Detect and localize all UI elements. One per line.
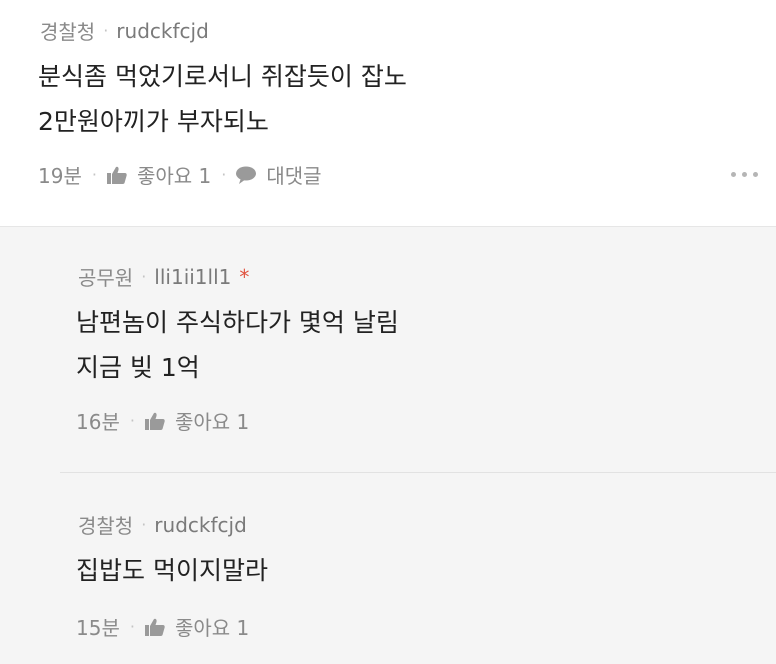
like-count: 좋아요 1 xyxy=(174,410,250,434)
reply-divider xyxy=(60,472,776,473)
thumbs-up-icon xyxy=(144,618,165,636)
separator-dot: · xyxy=(141,267,147,286)
reply-button[interactable]: 대댓글 xyxy=(236,160,322,189)
reply-time: 15분 xyxy=(76,616,120,640)
comment-line: 2만원아끼가 부자되노 xyxy=(38,107,269,136)
reply-badge: 공무원 xyxy=(78,266,134,290)
thumbs-up-icon xyxy=(106,166,127,184)
reply-actions: 16분 · 좋아요 1 xyxy=(76,406,249,435)
like-button[interactable]: 좋아요 1 xyxy=(106,160,212,189)
separator-dot: · xyxy=(103,21,109,40)
separator-dot: · xyxy=(91,165,97,184)
comment-username[interactable]: rudckfcjd xyxy=(116,19,208,43)
reply-list xyxy=(0,226,776,664)
dot xyxy=(742,172,747,177)
reply-line: 남편놈이 주식하다가 몇억 날림 xyxy=(76,308,399,337)
comment-thread: 경찰청 · rudckfcjd 분식좀 먹었기로서니 쥐잡듯이 잡노 2만원아끼… xyxy=(0,0,776,664)
reply-username[interactable]: lli1ii1ll1 xyxy=(154,265,231,289)
more-dots-icon[interactable] xyxy=(731,172,758,177)
reply-line: 지금 빚 1억 xyxy=(76,353,200,382)
separator-dot: · xyxy=(141,515,147,534)
comment-actions: 19분 · 좋아요 1 · 대댓글 xyxy=(38,160,322,189)
like-count: 좋아요 1 xyxy=(174,616,250,640)
separator-dot: · xyxy=(221,165,227,184)
reply-body: 남편놈이 주식하다가 몇억 날림 지금 빚 1억 xyxy=(76,300,399,390)
like-count: 좋아요 1 xyxy=(136,164,212,188)
comment: 경찰청 · rudckfcjd 분식좀 먹었기로서니 쥐잡듯이 잡노 2만원아끼… xyxy=(0,0,776,226)
comment-meta: 경찰청 · rudckfcjd xyxy=(40,16,209,45)
reply-meta: 경찰청 · rudckfcjd xyxy=(78,510,247,539)
reply-username[interactable]: rudckfcjd xyxy=(154,513,246,537)
reply-meta: 공무원 · lli1ii1ll1 * xyxy=(78,262,249,291)
author-mark: * xyxy=(239,264,250,289)
comment-badge: 경찰청 xyxy=(40,20,96,44)
dot xyxy=(753,172,758,177)
separator-dot: · xyxy=(129,411,135,430)
thumbs-up-icon xyxy=(144,412,165,430)
reply-line: 집밥도 먹이지말라 xyxy=(76,556,268,585)
speech-bubble-icon xyxy=(236,166,257,184)
comment-time: 19분 xyxy=(38,164,82,188)
separator-dot: · xyxy=(129,617,135,636)
like-button[interactable]: 좋아요 1 xyxy=(144,612,250,641)
like-button[interactable]: 좋아요 1 xyxy=(144,406,250,435)
reply-badge: 경찰청 xyxy=(78,514,134,538)
comment-body: 분식좀 먹었기로서니 쥐잡듯이 잡노 2만원아끼가 부자되노 xyxy=(38,54,407,144)
reply-actions: 15분 · 좋아요 1 xyxy=(76,612,249,641)
comment-line: 분식좀 먹었기로서니 쥐잡듯이 잡노 xyxy=(38,62,407,91)
reply-body: 집밥도 먹이지말라 xyxy=(76,548,268,593)
reply-label: 대댓글 xyxy=(266,164,322,188)
dot xyxy=(731,172,736,177)
reply-time: 16분 xyxy=(76,410,120,434)
